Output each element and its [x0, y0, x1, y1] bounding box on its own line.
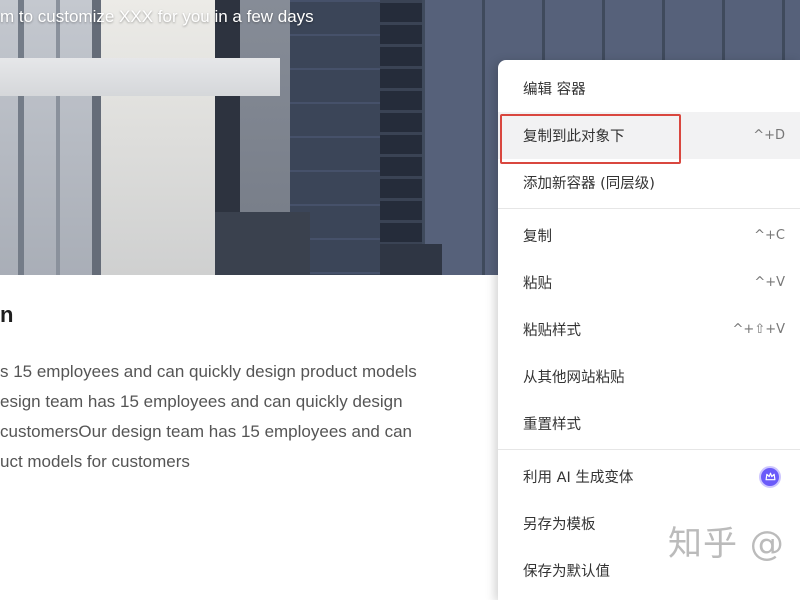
- menu-item-shortcut: ^+⇧+V: [732, 322, 785, 337]
- menu-item-shortcut: ^+V: [754, 275, 785, 290]
- menu-item-label: 粘贴样式: [523, 323, 581, 339]
- menu-item-edit-container[interactable]: 编辑 容器: [498, 65, 800, 112]
- menu-item-ai-variants[interactable]: 利用 AI 生成变体: [498, 453, 800, 500]
- paragraph-line: s 15 employees and can quickly design pr…: [0, 362, 417, 381]
- menu-item-label: 利用 AI 生成变体: [523, 470, 634, 486]
- menu-item-copy-to-object[interactable]: 复制到此对象下 ^+D: [498, 112, 800, 164]
- menu-item-label: 另存为模板: [523, 517, 596, 533]
- menu-item-label: 重置样式: [523, 417, 581, 433]
- menu-item-add-container[interactable]: 添加新容器 (同层级): [498, 159, 800, 206]
- paragraph-line: esign team has 15 employees and can quic…: [0, 392, 403, 411]
- menu-item-reset-style[interactable]: 重置样式: [498, 400, 800, 447]
- menu-item-shortcut: ^+D: [753, 128, 785, 143]
- menu-item-label: 从其他网站粘贴: [523, 370, 625, 386]
- ai-badge: [759, 465, 781, 488]
- menu-item-label: 复制到此对象下: [523, 129, 625, 145]
- page: m to customize XXX for you in a few days…: [0, 0, 800, 600]
- paragraph-line: uct models for customers: [0, 452, 190, 471]
- menu-item-paste-from-web[interactable]: 从其他网站粘贴: [498, 353, 800, 400]
- crown-icon: [765, 472, 775, 481]
- menu-item-label: 复制: [523, 229, 552, 245]
- watermark: 知乎 @: [668, 524, 785, 564]
- section-paragraph: s 15 employees and can quickly design pr…: [0, 357, 417, 477]
- hero-caption: m to customize XXX for you in a few days: [0, 7, 314, 26]
- menu-item-shortcut: ^+C: [754, 228, 785, 243]
- menu-item-paste[interactable]: 粘贴 ^+V: [498, 259, 800, 306]
- menu-item-label: 添加新容器 (同层级): [523, 176, 655, 192]
- menu-item-label: 粘贴: [523, 276, 552, 292]
- menu-item-label: 保存为默认值: [523, 564, 610, 580]
- menu-item-label: 编辑 容器: [523, 82, 586, 98]
- menu-item-copy[interactable]: 复制 ^+C: [498, 212, 800, 259]
- paragraph-line: customersOur design team has 15 employee…: [0, 422, 413, 441]
- section-heading: n: [0, 302, 14, 327]
- menu-item-paste-style[interactable]: 粘贴样式 ^+⇧+V: [498, 306, 800, 353]
